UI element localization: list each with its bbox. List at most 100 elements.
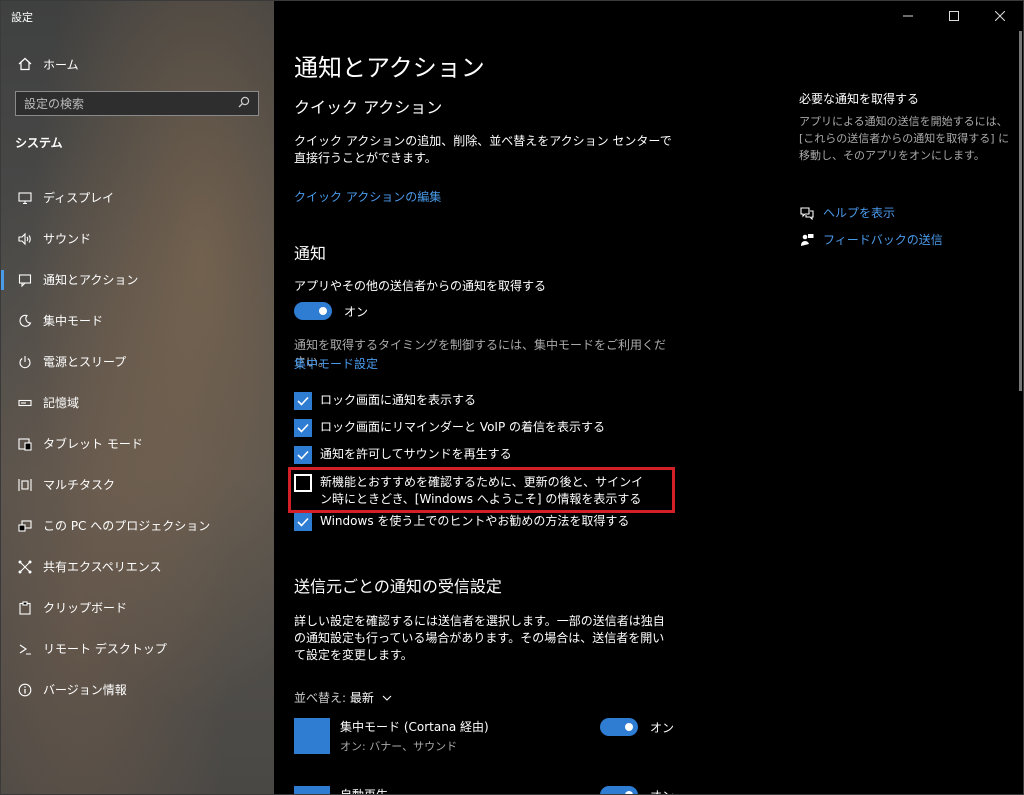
sidebar-item-projection[interactable]: この PC へのプロジェクション <box>1 505 274 546</box>
sidebar-item-tablet[interactable]: タブレット モード <box>1 423 274 464</box>
get-notifications-label: アプリやその他の送信者からの通知を取得する <box>294 279 547 293</box>
sidebar-item-sound[interactable]: サウンド <box>1 218 274 259</box>
help-icon <box>799 206 815 220</box>
checkbox-lock-screen[interactable]: ロック画面に通知を表示する <box>294 392 476 410</box>
sidebar-item-about[interactable]: バージョン情報 <box>1 669 274 710</box>
maximize-button[interactable] <box>931 1 977 31</box>
sender-toggle[interactable] <box>600 786 638 794</box>
sidebar-item-label: ディスプレイ <box>43 191 115 205</box>
sender-item[interactable]: 集中モード (Cortana 経由) オン: バナー、サウンド オン <box>294 718 674 754</box>
sidebar-item-label: 電源とスリープ <box>43 355 127 369</box>
sender-toggle[interactable] <box>600 718 638 736</box>
sidebar-item-label: リモート デスクトップ <box>43 642 167 656</box>
sort-control[interactable]: 並べ替え: 最新 <box>294 689 392 706</box>
checkbox-checked[interactable] <box>294 446 312 464</box>
page-title: 通知とアクション <box>294 54 485 82</box>
main-content: 通知とアクション クイック アクション クイック アクションの追加、削除、並べ替… <box>274 1 1023 795</box>
sidebar-item-shared-experiences[interactable]: 共有エクスペリエンス <box>1 546 274 587</box>
sidebar: 設定 ホーム システム ディスプレイ サウンド <box>1 1 274 794</box>
highlight-box <box>288 467 675 513</box>
help-label[interactable]: ヘルプを表示 <box>823 204 895 221</box>
toggle-state: オン <box>344 304 369 319</box>
senders-heading: 送信元ごとの通知の受信設定 <box>294 577 502 596</box>
sound-icon <box>15 232 35 246</box>
power-icon <box>15 355 35 369</box>
check-icon <box>297 423 309 433</box>
sidebar-item-display[interactable]: ディスプレイ <box>1 177 274 218</box>
get-notifications-toggle[interactable] <box>294 302 332 320</box>
scrollbar[interactable] <box>1019 31 1022 391</box>
storage-icon <box>15 396 35 410</box>
feedback-icon <box>799 233 815 247</box>
checkbox-checked[interactable] <box>294 419 312 437</box>
close-icon <box>995 11 1005 21</box>
section-title: システム <box>15 136 63 150</box>
sidebar-item-label: バージョン情報 <box>43 683 127 697</box>
check-icon <box>297 517 309 527</box>
search-box[interactable] <box>15 91 259 116</box>
checkbox-lock-screen-voip[interactable]: ロック画面にリマインダーと VoIP の着信を表示する <box>294 419 605 437</box>
sidebar-item-power[interactable]: 電源とスリープ <box>1 341 274 382</box>
related-title: 必要な通知を取得する <box>799 92 920 106</box>
focus-assist-settings-link[interactable]: 集中モード設定 <box>294 355 378 372</box>
sidebar-item-label: 通知とアクション <box>43 273 139 287</box>
sidebar-item-remote-desktop[interactable]: リモート デスクトップ <box>1 628 274 669</box>
checkbox-tips[interactable]: Windows を使う上でのヒントやお勧めの方法を取得する <box>294 513 629 531</box>
projection-icon <box>15 519 35 533</box>
sidebar-item-label: 記憶域 <box>43 396 80 410</box>
related-info-panel: 必要な通知を取得する アプリによる通知の送信を開始するには、[これらの送信者から… <box>799 90 1019 248</box>
share-icon <box>15 560 35 574</box>
search-icon[interactable] <box>238 96 250 111</box>
sidebar-item-clipboard[interactable]: クリップボード <box>1 587 274 628</box>
clipboard-icon <box>15 600 35 615</box>
help-link[interactable]: ヘルプを表示 <box>799 204 1019 221</box>
feedback-link[interactable]: フィードバックの送信 <box>799 231 1019 248</box>
notifications-heading: 通知 <box>294 244 327 263</box>
minimize-button[interactable] <box>885 1 931 31</box>
checkbox-play-sound[interactable]: 通知を許可してサウンドを再生する <box>294 446 512 464</box>
sender-toggle-row[interactable]: オン <box>600 718 674 736</box>
remote-desktop-icon <box>15 642 35 656</box>
sort-label: 並べ替え: <box>294 691 347 705</box>
checkbox-label: ロック画面にリマインダーと VoIP の着信を表示する <box>320 420 606 434</box>
app-title: 設定 <box>11 11 33 24</box>
focus-assist-icon <box>15 314 35 328</box>
get-notifications-toggle-row[interactable]: オン <box>294 302 368 320</box>
sidebar-item-label: 集中モード <box>43 314 104 328</box>
quick-actions-heading: クイック アクション <box>294 98 443 117</box>
feedback-label[interactable]: フィードバックの送信 <box>823 231 943 248</box>
sidebar-item-label: 共有エクスペリエンス <box>43 560 162 574</box>
sidebar-item-focus-assist[interactable]: 集中モード <box>1 300 274 341</box>
info-icon <box>15 683 35 697</box>
sidebar-item-label: マルチタスク <box>43 478 116 492</box>
home-nav-item[interactable]: ホーム <box>15 54 79 74</box>
sidebar-item-notifications[interactable]: 通知とアクション <box>1 259 274 300</box>
display-icon <box>15 191 35 205</box>
toggle-state: オン <box>650 787 674 795</box>
sender-toggle-row[interactable]: オン <box>600 786 674 795</box>
checkbox-checked[interactable] <box>294 513 312 531</box>
edit-quick-actions-link[interactable]: クイック アクションの編集 <box>294 188 441 205</box>
chevron-down-icon[interactable] <box>378 691 392 705</box>
check-icon <box>297 396 309 406</box>
checkbox-checked[interactable] <box>294 392 312 410</box>
check-icon <box>297 450 309 460</box>
checkbox-label: ロック画面に通知を表示する <box>320 393 477 407</box>
toggle-state: オン <box>649 720 674 735</box>
sender-sub: オン: バナー、サウンド <box>340 740 458 753</box>
sender-app-icon <box>294 786 330 794</box>
sender-app-icon <box>294 718 330 754</box>
home-icon <box>15 57 35 71</box>
sort-value[interactable]: 最新 <box>350 691 374 705</box>
sidebar-item-multitask[interactable]: マルチタスク <box>1 464 274 505</box>
sidebar-item-label: サウンド <box>43 232 92 246</box>
sidebar-item-label: タブレット モード <box>43 437 143 451</box>
window-controls <box>885 1 1023 31</box>
close-button[interactable] <box>977 1 1023 31</box>
related-text: アプリによる通知の送信を開始するには、[これらの送信者からの通知を取得する] に… <box>799 115 1010 162</box>
sender-item[interactable]: 自動再生 オン <box>294 786 674 795</box>
settings-window: 設定 ホーム システム ディスプレイ サウンド <box>0 0 1024 795</box>
quick-actions-description: クイック アクションの追加、削除、並べ替えをアクション センターで直接行うことが… <box>294 134 672 165</box>
sidebar-item-storage[interactable]: 記憶域 <box>1 382 274 423</box>
search-input[interactable] <box>24 96 238 111</box>
